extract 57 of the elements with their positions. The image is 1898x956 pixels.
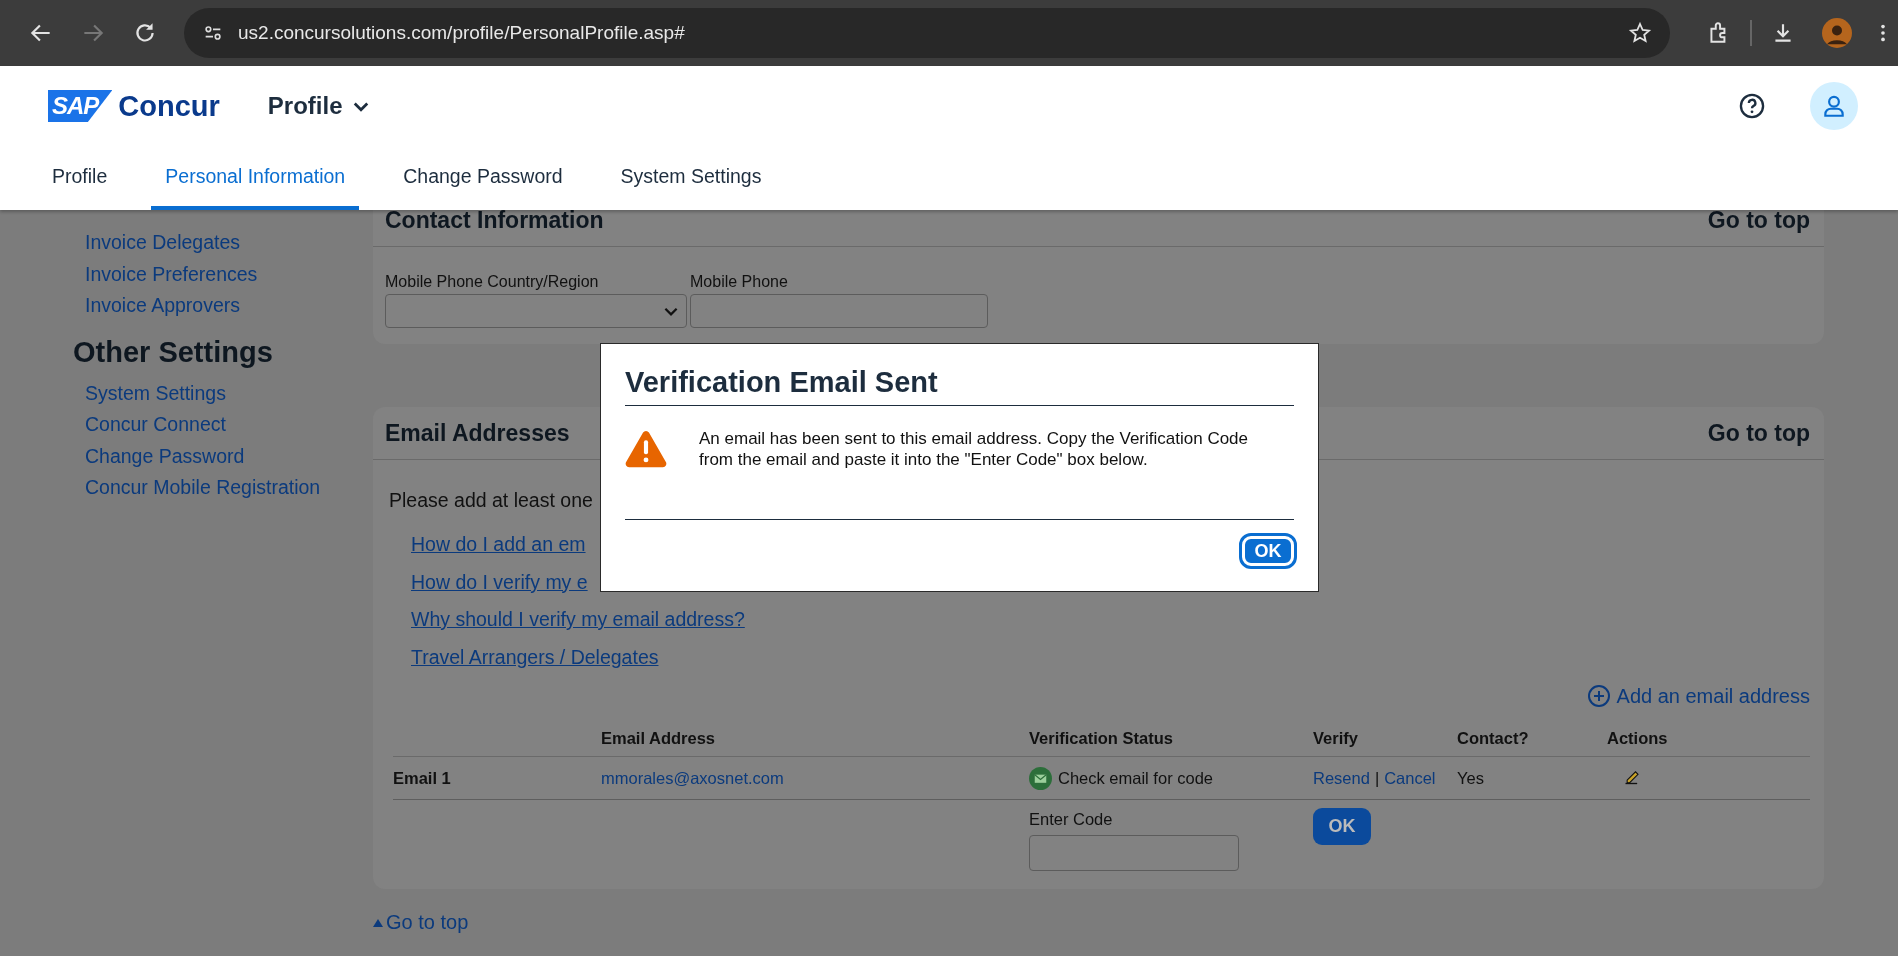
field-label: Mobile Phone Country/Region [385,273,600,291]
status-text: Check email for code [1058,768,1213,788]
plus-circle-icon [1586,684,1611,708]
up-triangle-icon [373,918,383,927]
resend-link[interactable]: Resend [1313,768,1370,788]
section-title: Email Addresses [385,419,570,447]
field-label: Mobile Phone [690,273,789,291]
profile-avatar-icon[interactable] [1822,18,1852,48]
star-icon[interactable] [1628,21,1652,45]
warning-icon [625,430,667,468]
menu-icon[interactable] [1880,22,1886,44]
column-header: Verification Status [1029,728,1174,748]
column-header: Actions [1607,728,1669,748]
nav-tab[interactable]: Profile [38,146,122,210]
sidebar-link[interactable]: Change Password [85,440,373,472]
sidebar-link[interactable]: System Settings [85,377,373,409]
go-to-top-link[interactable]: Go to top [1707,419,1810,447]
phone-input[interactable] [690,294,988,328]
dialog-message: An email has been sent to this email address. Copy the Verification Code from the email and paste it into the "Enter Code" box below. [699,428,1250,470]
section-title: Contact Information [385,210,604,234]
section-dropdown[interactable]: Profile [263,88,375,124]
cancel-link[interactable]: Cancel [1384,768,1436,788]
ok-button[interactable]: OK [1313,808,1371,845]
help-link[interactable]: Travel Arrangers / Delegates [411,638,659,676]
help-link[interactable]: How do I add an em [411,526,586,564]
nav-tab[interactable]: System Settings [606,146,776,210]
column-header: Email Address [601,728,717,748]
column-header: Contact? [1457,728,1530,748]
envelope-icon [1029,766,1052,790]
logo-text: Concur [118,89,220,123]
ok-button[interactable]: OK [1242,536,1294,566]
add-email-link[interactable]: Add an email address [1586,684,1810,708]
user-avatar[interactable] [1810,82,1858,130]
nav-tab[interactable]: Change Password [389,146,577,210]
sidebar-link[interactable]: Invoice Approvers [85,290,373,322]
dialog-title: Verification Email Sent [625,344,1294,406]
logo-badge: SAP [48,90,113,122]
table-cell-text: Email 1 [393,768,452,788]
help-icon[interactable] [1738,92,1766,120]
table-cell-text: Yes [1457,768,1485,788]
go-to-top-link[interactable]: Go to top [373,911,469,934]
help-link[interactable]: How do I verify my e [411,563,588,601]
address-bar[interactable]: us2.concursolutions.com/profile/PersonalProfile.asp# [184,8,1670,58]
email-link[interactable]: mmorales@axosnet.com [601,768,784,787]
sidebar-link[interactable]: Invoice Delegates [85,227,373,259]
help-link[interactable]: Why should I verify my email address? [411,601,745,639]
field-label: Enter Code [1029,810,1114,829]
code-input[interactable] [1029,835,1239,871]
intro-text: Please add at least one [389,488,594,512]
user-icon [1821,93,1847,119]
sidebar-link[interactable]: Concur Connect [85,409,373,441]
sidebar-link[interactable]: Concur Mobile Registration [85,472,373,504]
sidebar-link[interactable]: Invoice Preferences [85,258,373,290]
column-header: Verify [1313,728,1359,748]
link-separator: | [1374,768,1380,788]
go-to-top-link[interactable]: Go to top [1707,210,1810,234]
sidebar-heading: Other Settings [73,334,274,370]
